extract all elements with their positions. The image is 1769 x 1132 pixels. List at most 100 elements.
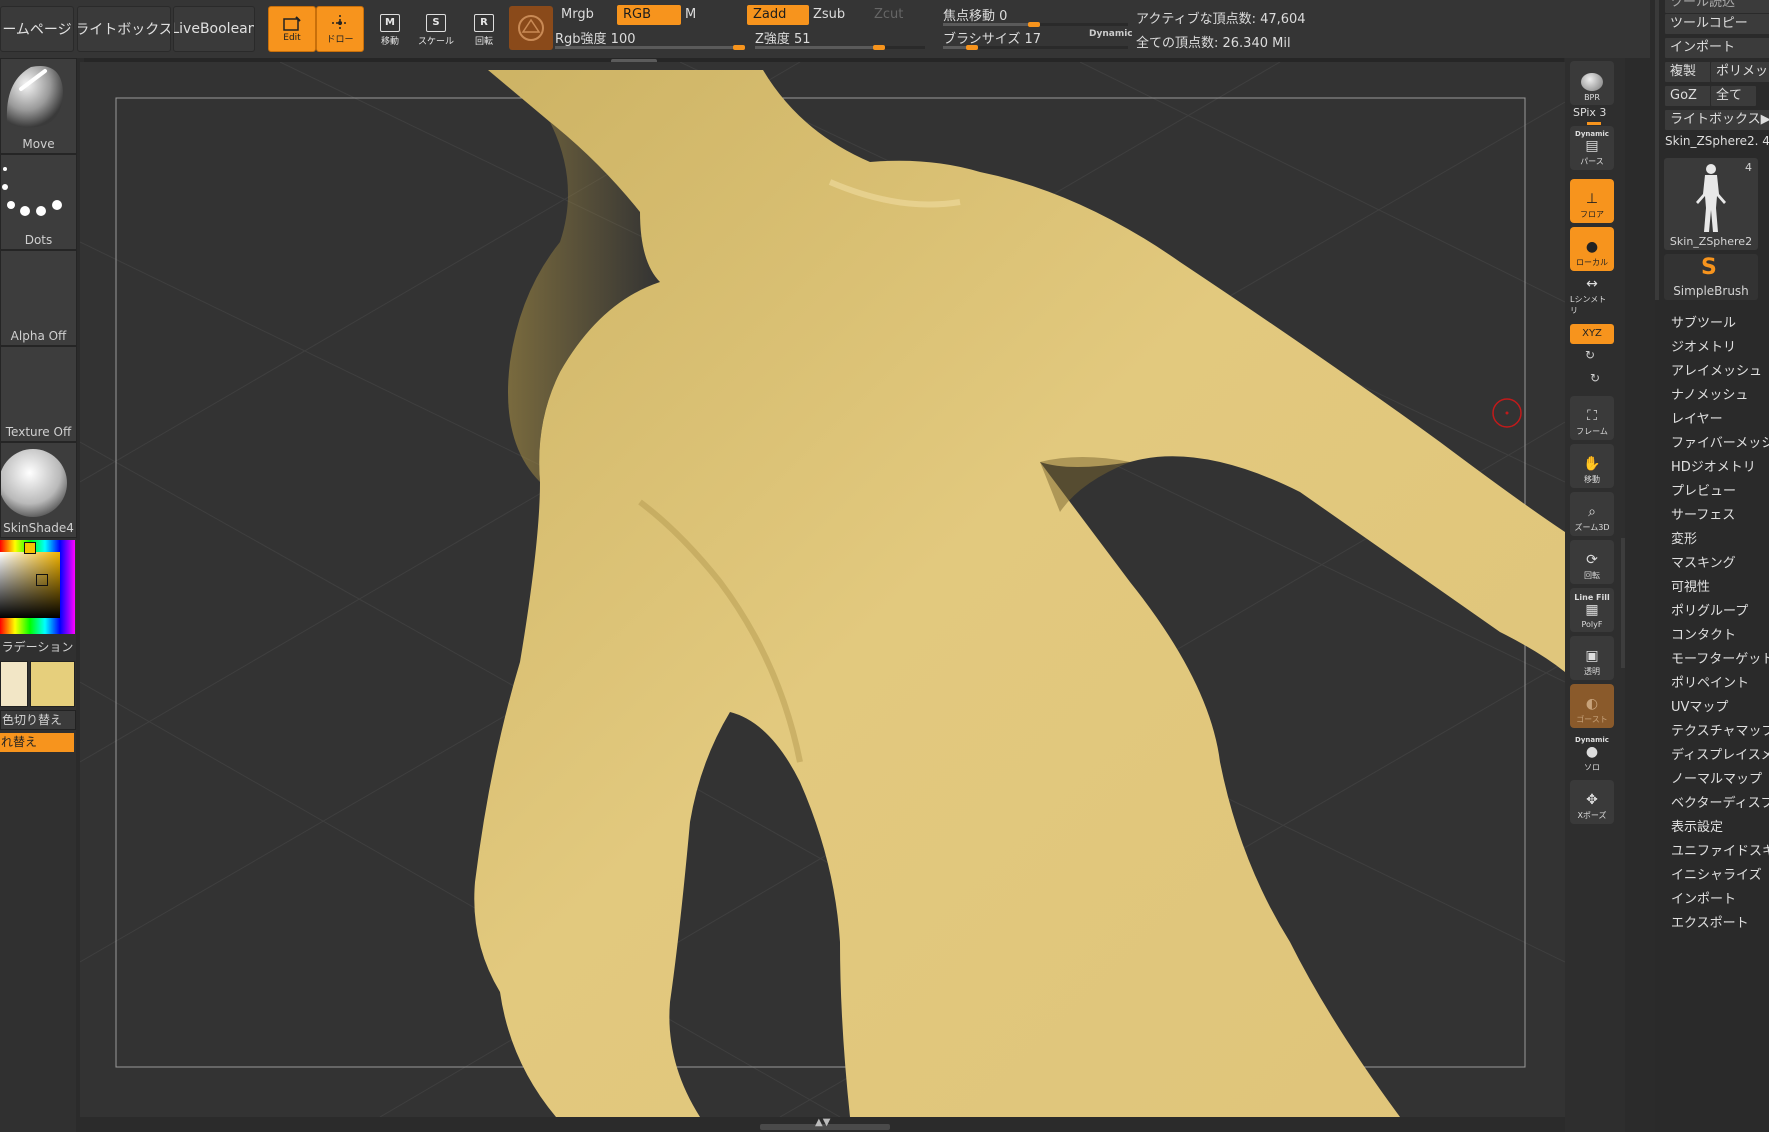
tool-menu-item[interactable]: エクスポート xyxy=(1671,912,1749,931)
xpose-button[interactable]: ✥ Xポーズ xyxy=(1570,780,1614,824)
solo-button[interactable]: Dynamic ● ソロ xyxy=(1570,732,1614,776)
hue-marker[interactable] xyxy=(24,542,36,554)
zcut-toggle[interactable]: Zcut xyxy=(868,5,932,25)
tool-menu-item[interactable]: ポリペイント xyxy=(1671,672,1749,691)
tool-menu-item[interactable]: 可視性 xyxy=(1671,576,1710,595)
tool-menu-item[interactable]: ナノメッシュ xyxy=(1671,384,1748,403)
rotate-view-button[interactable]: ⟳ 回転 xyxy=(1570,540,1614,584)
focal-shift-label: 焦点移動 0 xyxy=(943,9,1008,24)
saturation-square[interactable] xyxy=(0,552,60,618)
spix-slider[interactable]: SPix 3 xyxy=(1573,106,1606,119)
move-view-button[interactable]: ✋ 移動 xyxy=(1570,444,1614,488)
zadd-toggle[interactable]: Zadd xyxy=(747,5,809,25)
alternate-button[interactable]: れ替え xyxy=(0,733,74,752)
tool-thumbnail-simplebrush[interactable]: S SimpleBrush xyxy=(1664,254,1758,300)
copy-tool-button[interactable]: ツールコピー xyxy=(1664,13,1769,35)
color-picker[interactable] xyxy=(0,540,75,634)
tool-menu-item[interactable]: レイヤー xyxy=(1671,408,1723,427)
floor-button[interactable]: ⊥ フロア xyxy=(1570,179,1614,223)
tool-menu-item[interactable]: マスキング xyxy=(1671,552,1736,571)
tool-menu-item[interactable]: ジオメトリ xyxy=(1671,336,1736,355)
edit-button[interactable]: Edit xyxy=(268,6,316,52)
transp-button[interactable]: ▣ 透明 xyxy=(1570,636,1614,680)
secondary-color-swatch[interactable] xyxy=(30,661,75,707)
home-page-button[interactable]: ームページ xyxy=(0,6,74,52)
right-shelf-scrollbar[interactable] xyxy=(1621,538,1625,668)
focal-shift-knob[interactable] xyxy=(1028,22,1040,27)
frame-button[interactable]: ⛶ フレーム xyxy=(1570,396,1614,440)
xyz-button[interactable]: XYZ xyxy=(1570,324,1614,344)
polyf-button[interactable]: Line Fill ▦ PolyF xyxy=(1570,588,1614,632)
tool-menu-item[interactable]: ディスプレイスメ xyxy=(1671,744,1769,763)
rgb-intensity-knob[interactable] xyxy=(733,45,745,50)
move-mode-button[interactable]: M 移動 xyxy=(370,10,410,50)
tool-menu-item[interactable]: テクスチャマップ xyxy=(1671,720,1769,739)
tool-menu-item[interactable]: インポート xyxy=(1671,888,1736,907)
tool-menu-item[interactable]: ファイバーメッシ xyxy=(1671,432,1769,451)
main-color-swatch[interactable] xyxy=(0,661,28,707)
stroke-selector[interactable]: Dots xyxy=(0,154,77,250)
rgb-intensity-slider[interactable]: Rgb強度 100 xyxy=(555,28,745,50)
import-tool-button[interactable]: インポート xyxy=(1664,37,1769,59)
tool-menu-item[interactable]: HDジオメトリ xyxy=(1671,456,1756,475)
figure-icon xyxy=(1696,164,1726,232)
ghost-button[interactable]: ◐ ゴースト xyxy=(1570,684,1614,728)
tool-menu-item[interactable]: イニシャライズ xyxy=(1671,864,1762,883)
tool-menu-item[interactable]: ユニファイドスキ xyxy=(1671,840,1769,859)
zsub-toggle[interactable]: Zsub xyxy=(807,5,871,25)
brush-selector[interactable]: Move xyxy=(0,58,77,154)
zoom3d-button[interactable]: ⌕ ズーム3D xyxy=(1570,492,1614,536)
tool-thumbnail-zsphere[interactable]: 4 Skin_ZSphere2 xyxy=(1664,158,1758,250)
z-rotate-icon[interactable]: ↻ xyxy=(1590,371,1600,385)
z-intensity-knob[interactable] xyxy=(873,45,885,50)
tool-menu-item[interactable]: ベクターディスプ xyxy=(1671,792,1769,811)
material-preview-button[interactable] xyxy=(509,6,553,50)
tool-menu-item[interactable]: 変形 xyxy=(1671,528,1697,547)
tool-menu-item[interactable]: ノーマルマップ xyxy=(1671,768,1762,787)
m-toggle[interactable]: M xyxy=(679,5,745,25)
scale-mode-button[interactable]: S スケール xyxy=(416,10,456,50)
tool-menu-item[interactable]: アレイメッシュ xyxy=(1671,360,1762,379)
tool-menu-item[interactable]: コンタクト xyxy=(1671,624,1736,643)
tool-menu-item[interactable]: サブツール xyxy=(1671,312,1736,331)
lightbox-button[interactable]: ライトボックス xyxy=(77,6,171,52)
draw-size-knob[interactable] xyxy=(966,45,978,50)
persp-button[interactable]: Dynamic ▤ パース xyxy=(1570,126,1614,170)
rgb-toggle[interactable]: RGB xyxy=(617,5,681,25)
document-canvas[interactable] xyxy=(80,62,1565,1117)
material-selector[interactable]: SkinShade4 xyxy=(0,442,77,538)
all-button[interactable]: 全て xyxy=(1710,85,1757,107)
draw-button[interactable]: ドロー xyxy=(316,6,364,52)
clone-button[interactable]: 複製 xyxy=(1664,61,1713,83)
lightbox-tools-button[interactable]: ライトボックス▶ツ xyxy=(1664,109,1769,131)
simple-brush-label: SimpleBrush xyxy=(1673,284,1749,298)
lsym-button[interactable]: ↔ Lシンメトリ xyxy=(1570,275,1614,319)
dynamic-size-toggle[interactable]: Dynamic xyxy=(1089,29,1133,39)
tool-menu-item[interactable]: モーフターゲット xyxy=(1671,648,1769,667)
goz-button[interactable]: GoZ xyxy=(1664,85,1713,107)
spix-knob[interactable] xyxy=(1587,122,1601,125)
mrgb-toggle[interactable]: Mrgb xyxy=(555,5,617,25)
load-tool-button[interactable]: ツール読込 xyxy=(1664,0,1769,14)
focal-shift-slider[interactable]: 焦点移動 0 xyxy=(943,5,1128,27)
z-intensity-slider[interactable]: Z強度 51 xyxy=(755,28,925,50)
live-boolean-button[interactable]: LiveBoolean xyxy=(173,6,255,52)
local-button[interactable]: ● ローカル xyxy=(1570,227,1614,271)
bottom-tray-arrows-icon[interactable]: ▲▼ xyxy=(815,1117,830,1128)
color-marker[interactable] xyxy=(36,574,48,586)
rotate-mode-button[interactable]: R 回転 xyxy=(464,10,504,50)
tool-menu-item[interactable]: UVマップ xyxy=(1671,696,1728,715)
alpha-selector[interactable]: Alpha Off xyxy=(0,250,77,346)
sculpt-viewport[interactable] xyxy=(80,62,1565,1117)
bpr-button[interactable]: BPR xyxy=(1570,61,1614,105)
tool-menu-item[interactable]: 表示設定 xyxy=(1671,816,1723,835)
texture-selector[interactable]: Texture Off xyxy=(0,346,77,442)
switch-color-button[interactable]: 色切り替え xyxy=(0,710,76,730)
tool-menu-item[interactable]: プレビュー xyxy=(1671,480,1736,499)
hand-icon: ✋ xyxy=(1583,456,1601,472)
lsym-icon: ↔ xyxy=(1586,276,1598,292)
tool-menu-item[interactable]: ポリグループ xyxy=(1671,600,1748,619)
y-rotate-icon[interactable]: ↻ xyxy=(1585,348,1595,362)
make-polymesh-button[interactable]: ポリメッシ xyxy=(1710,61,1769,83)
tool-menu-item[interactable]: サーフェス xyxy=(1671,504,1735,523)
